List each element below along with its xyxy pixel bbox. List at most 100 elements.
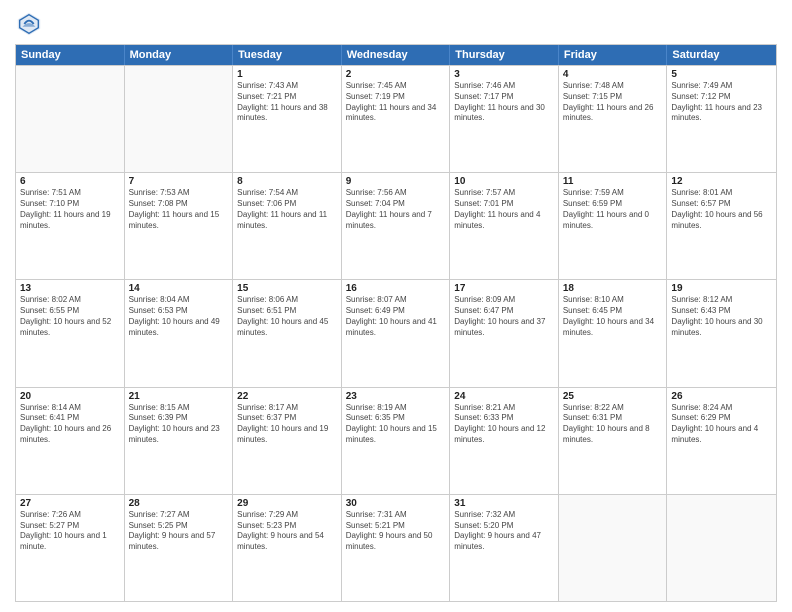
day-cell-23: 23Sunrise: 8:19 AM Sunset: 6:35 PM Dayli… bbox=[342, 388, 451, 494]
calendar: SundayMondayTuesdayWednesdayThursdayFrid… bbox=[15, 44, 777, 602]
day-info: Sunrise: 8:15 AM Sunset: 6:39 PM Dayligh… bbox=[129, 403, 229, 446]
day-number: 4 bbox=[563, 69, 663, 80]
day-cell-9: 9Sunrise: 7:56 AM Sunset: 7:04 PM Daylig… bbox=[342, 173, 451, 279]
day-cell-13: 13Sunrise: 8:02 AM Sunset: 6:55 PM Dayli… bbox=[16, 280, 125, 386]
header-day-friday: Friday bbox=[559, 45, 668, 65]
empty-cell bbox=[667, 495, 776, 601]
day-number: 24 bbox=[454, 391, 554, 402]
day-info: Sunrise: 7:59 AM Sunset: 6:59 PM Dayligh… bbox=[563, 188, 663, 231]
day-number: 23 bbox=[346, 391, 446, 402]
day-cell-11: 11Sunrise: 7:59 AM Sunset: 6:59 PM Dayli… bbox=[559, 173, 668, 279]
day-cell-16: 16Sunrise: 8:07 AM Sunset: 6:49 PM Dayli… bbox=[342, 280, 451, 386]
day-cell-5: 5Sunrise: 7:49 AM Sunset: 7:12 PM Daylig… bbox=[667, 66, 776, 172]
day-info: Sunrise: 8:02 AM Sunset: 6:55 PM Dayligh… bbox=[20, 295, 120, 338]
day-number: 7 bbox=[129, 176, 229, 187]
week-row-2: 6Sunrise: 7:51 AM Sunset: 7:10 PM Daylig… bbox=[16, 172, 776, 279]
header-day-sunday: Sunday bbox=[16, 45, 125, 65]
day-cell-8: 8Sunrise: 7:54 AM Sunset: 7:06 PM Daylig… bbox=[233, 173, 342, 279]
day-info: Sunrise: 8:09 AM Sunset: 6:47 PM Dayligh… bbox=[454, 295, 554, 338]
day-number: 20 bbox=[20, 391, 120, 402]
day-number: 27 bbox=[20, 498, 120, 509]
day-number: 17 bbox=[454, 283, 554, 294]
day-cell-1: 1Sunrise: 7:43 AM Sunset: 7:21 PM Daylig… bbox=[233, 66, 342, 172]
day-cell-18: 18Sunrise: 8:10 AM Sunset: 6:45 PM Dayli… bbox=[559, 280, 668, 386]
day-cell-15: 15Sunrise: 8:06 AM Sunset: 6:51 PM Dayli… bbox=[233, 280, 342, 386]
day-number: 10 bbox=[454, 176, 554, 187]
day-cell-26: 26Sunrise: 8:24 AM Sunset: 6:29 PM Dayli… bbox=[667, 388, 776, 494]
day-number: 12 bbox=[671, 176, 772, 187]
header-day-thursday: Thursday bbox=[450, 45, 559, 65]
day-info: Sunrise: 8:10 AM Sunset: 6:45 PM Dayligh… bbox=[563, 295, 663, 338]
day-cell-27: 27Sunrise: 7:26 AM Sunset: 5:27 PM Dayli… bbox=[16, 495, 125, 601]
day-cell-19: 19Sunrise: 8:12 AM Sunset: 6:43 PM Dayli… bbox=[667, 280, 776, 386]
day-info: Sunrise: 7:26 AM Sunset: 5:27 PM Dayligh… bbox=[20, 510, 120, 553]
day-info: Sunrise: 8:21 AM Sunset: 6:33 PM Dayligh… bbox=[454, 403, 554, 446]
day-number: 9 bbox=[346, 176, 446, 187]
empty-cell bbox=[559, 495, 668, 601]
logo-icon bbox=[15, 10, 43, 38]
day-cell-17: 17Sunrise: 8:09 AM Sunset: 6:47 PM Dayli… bbox=[450, 280, 559, 386]
day-info: Sunrise: 8:17 AM Sunset: 6:37 PM Dayligh… bbox=[237, 403, 337, 446]
page: SundayMondayTuesdayWednesdayThursdayFrid… bbox=[0, 0, 792, 612]
day-cell-6: 6Sunrise: 7:51 AM Sunset: 7:10 PM Daylig… bbox=[16, 173, 125, 279]
day-number: 26 bbox=[671, 391, 772, 402]
day-number: 29 bbox=[237, 498, 337, 509]
day-info: Sunrise: 8:19 AM Sunset: 6:35 PM Dayligh… bbox=[346, 403, 446, 446]
empty-cell bbox=[125, 66, 234, 172]
day-info: Sunrise: 8:12 AM Sunset: 6:43 PM Dayligh… bbox=[671, 295, 772, 338]
day-number: 19 bbox=[671, 283, 772, 294]
day-info: Sunrise: 8:01 AM Sunset: 6:57 PM Dayligh… bbox=[671, 188, 772, 231]
day-number: 14 bbox=[129, 283, 229, 294]
day-number: 22 bbox=[237, 391, 337, 402]
header-day-monday: Monday bbox=[125, 45, 234, 65]
day-number: 30 bbox=[346, 498, 446, 509]
day-info: Sunrise: 7:48 AM Sunset: 7:15 PM Dayligh… bbox=[563, 81, 663, 124]
week-row-3: 13Sunrise: 8:02 AM Sunset: 6:55 PM Dayli… bbox=[16, 279, 776, 386]
header-day-tuesday: Tuesday bbox=[233, 45, 342, 65]
day-cell-31: 31Sunrise: 7:32 AM Sunset: 5:20 PM Dayli… bbox=[450, 495, 559, 601]
day-cell-3: 3Sunrise: 7:46 AM Sunset: 7:17 PM Daylig… bbox=[450, 66, 559, 172]
day-info: Sunrise: 7:31 AM Sunset: 5:21 PM Dayligh… bbox=[346, 510, 446, 553]
day-cell-2: 2Sunrise: 7:45 AM Sunset: 7:19 PM Daylig… bbox=[342, 66, 451, 172]
day-info: Sunrise: 7:32 AM Sunset: 5:20 PM Dayligh… bbox=[454, 510, 554, 553]
logo bbox=[15, 10, 47, 38]
day-cell-20: 20Sunrise: 8:14 AM Sunset: 6:41 PM Dayli… bbox=[16, 388, 125, 494]
day-info: Sunrise: 8:06 AM Sunset: 6:51 PM Dayligh… bbox=[237, 295, 337, 338]
empty-cell bbox=[16, 66, 125, 172]
header-day-wednesday: Wednesday bbox=[342, 45, 451, 65]
day-number: 3 bbox=[454, 69, 554, 80]
day-info: Sunrise: 7:56 AM Sunset: 7:04 PM Dayligh… bbox=[346, 188, 446, 231]
day-info: Sunrise: 7:57 AM Sunset: 7:01 PM Dayligh… bbox=[454, 188, 554, 231]
day-cell-29: 29Sunrise: 7:29 AM Sunset: 5:23 PM Dayli… bbox=[233, 495, 342, 601]
day-cell-24: 24Sunrise: 8:21 AM Sunset: 6:33 PM Dayli… bbox=[450, 388, 559, 494]
day-number: 2 bbox=[346, 69, 446, 80]
day-cell-30: 30Sunrise: 7:31 AM Sunset: 5:21 PM Dayli… bbox=[342, 495, 451, 601]
day-info: Sunrise: 8:04 AM Sunset: 6:53 PM Dayligh… bbox=[129, 295, 229, 338]
day-cell-22: 22Sunrise: 8:17 AM Sunset: 6:37 PM Dayli… bbox=[233, 388, 342, 494]
day-cell-12: 12Sunrise: 8:01 AM Sunset: 6:57 PM Dayli… bbox=[667, 173, 776, 279]
day-info: Sunrise: 8:14 AM Sunset: 6:41 PM Dayligh… bbox=[20, 403, 120, 446]
day-number: 11 bbox=[563, 176, 663, 187]
header-day-saturday: Saturday bbox=[667, 45, 776, 65]
day-cell-10: 10Sunrise: 7:57 AM Sunset: 7:01 PM Dayli… bbox=[450, 173, 559, 279]
day-info: Sunrise: 8:22 AM Sunset: 6:31 PM Dayligh… bbox=[563, 403, 663, 446]
day-number: 28 bbox=[129, 498, 229, 509]
day-number: 6 bbox=[20, 176, 120, 187]
day-number: 25 bbox=[563, 391, 663, 402]
day-number: 31 bbox=[454, 498, 554, 509]
day-cell-25: 25Sunrise: 8:22 AM Sunset: 6:31 PM Dayli… bbox=[559, 388, 668, 494]
week-row-5: 27Sunrise: 7:26 AM Sunset: 5:27 PM Dayli… bbox=[16, 494, 776, 601]
day-info: Sunrise: 7:29 AM Sunset: 5:23 PM Dayligh… bbox=[237, 510, 337, 553]
day-info: Sunrise: 7:51 AM Sunset: 7:10 PM Dayligh… bbox=[20, 188, 120, 231]
day-cell-4: 4Sunrise: 7:48 AM Sunset: 7:15 PM Daylig… bbox=[559, 66, 668, 172]
day-number: 13 bbox=[20, 283, 120, 294]
day-number: 15 bbox=[237, 283, 337, 294]
header bbox=[15, 10, 777, 38]
day-info: Sunrise: 7:54 AM Sunset: 7:06 PM Dayligh… bbox=[237, 188, 337, 231]
day-info: Sunrise: 8:24 AM Sunset: 6:29 PM Dayligh… bbox=[671, 403, 772, 446]
day-number: 1 bbox=[237, 69, 337, 80]
week-row-1: 1Sunrise: 7:43 AM Sunset: 7:21 PM Daylig… bbox=[16, 65, 776, 172]
calendar-header: SundayMondayTuesdayWednesdayThursdayFrid… bbox=[16, 45, 776, 65]
day-info: Sunrise: 7:46 AM Sunset: 7:17 PM Dayligh… bbox=[454, 81, 554, 124]
day-number: 18 bbox=[563, 283, 663, 294]
